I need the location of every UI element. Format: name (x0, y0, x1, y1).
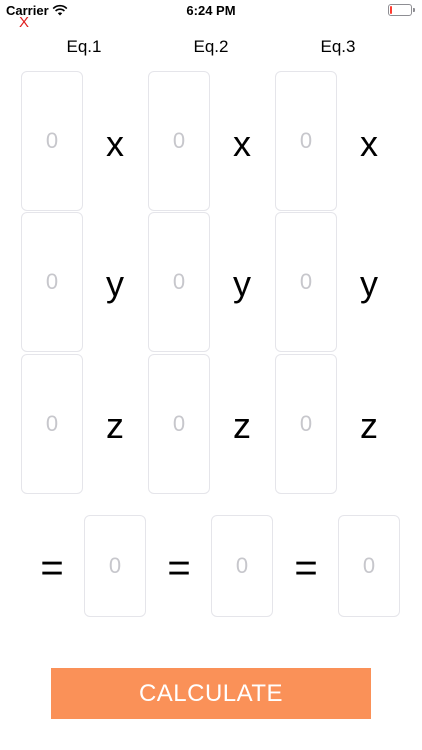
eq2-z-label: z (233, 405, 251, 446)
eq2-x-coefficient-input[interactable]: 0 (148, 71, 210, 211)
eq1-equals-sign: = (40, 546, 64, 590)
eq1-y-label: y (106, 263, 124, 304)
eq2-y-coefficient-input[interactable]: 0 (148, 212, 210, 352)
eq2-header: Eq.2 (193, 37, 229, 56)
eq1-y-coefficient-input[interactable]: 0 (21, 212, 83, 352)
eq3-z-label: z (360, 405, 378, 446)
status-time: 6:24 PM (186, 3, 236, 18)
eq1-header: Eq.1 (66, 37, 102, 56)
close-button[interactable]: X (19, 15, 29, 31)
calculate-button[interactable]: CALCULATE (51, 668, 371, 719)
eq3-header: Eq.3 (320, 37, 356, 56)
eq2-equals-sign: = (167, 546, 191, 590)
eq1-z-label: z (106, 405, 124, 446)
eq1-x-coefficient-input[interactable]: 0 (21, 71, 83, 211)
eq1-z-coefficient-input[interactable]: 0 (21, 354, 83, 494)
eq2-x-label: x (233, 123, 251, 164)
eq3-x-coefficient-input[interactable]: 0 (275, 71, 337, 211)
status-bar: Carrier 6:24 PM (0, 0, 422, 22)
eq3-z-coefficient-input[interactable]: 0 (275, 354, 337, 494)
eq1-constant-input[interactable]: 0 (84, 515, 146, 617)
solver-screen: Carrier 6:24 PM X Eq.1 Eq.2 Eq.3 0 x 0 x… (0, 0, 422, 750)
eq2-z-coefficient-input[interactable]: 0 (148, 354, 210, 494)
battery-icon (388, 4, 415, 16)
eq1-x-label: x (106, 123, 124, 164)
eq3-y-coefficient-input[interactable]: 0 (275, 212, 337, 352)
eq3-constant-input[interactable]: 0 (338, 515, 400, 617)
eq2-y-label: y (233, 263, 251, 304)
eq3-equals-sign: = (294, 546, 318, 590)
eq3-y-label: y (360, 263, 378, 304)
eq3-x-label: x (360, 123, 378, 164)
eq2-constant-input[interactable]: 0 (211, 515, 273, 617)
